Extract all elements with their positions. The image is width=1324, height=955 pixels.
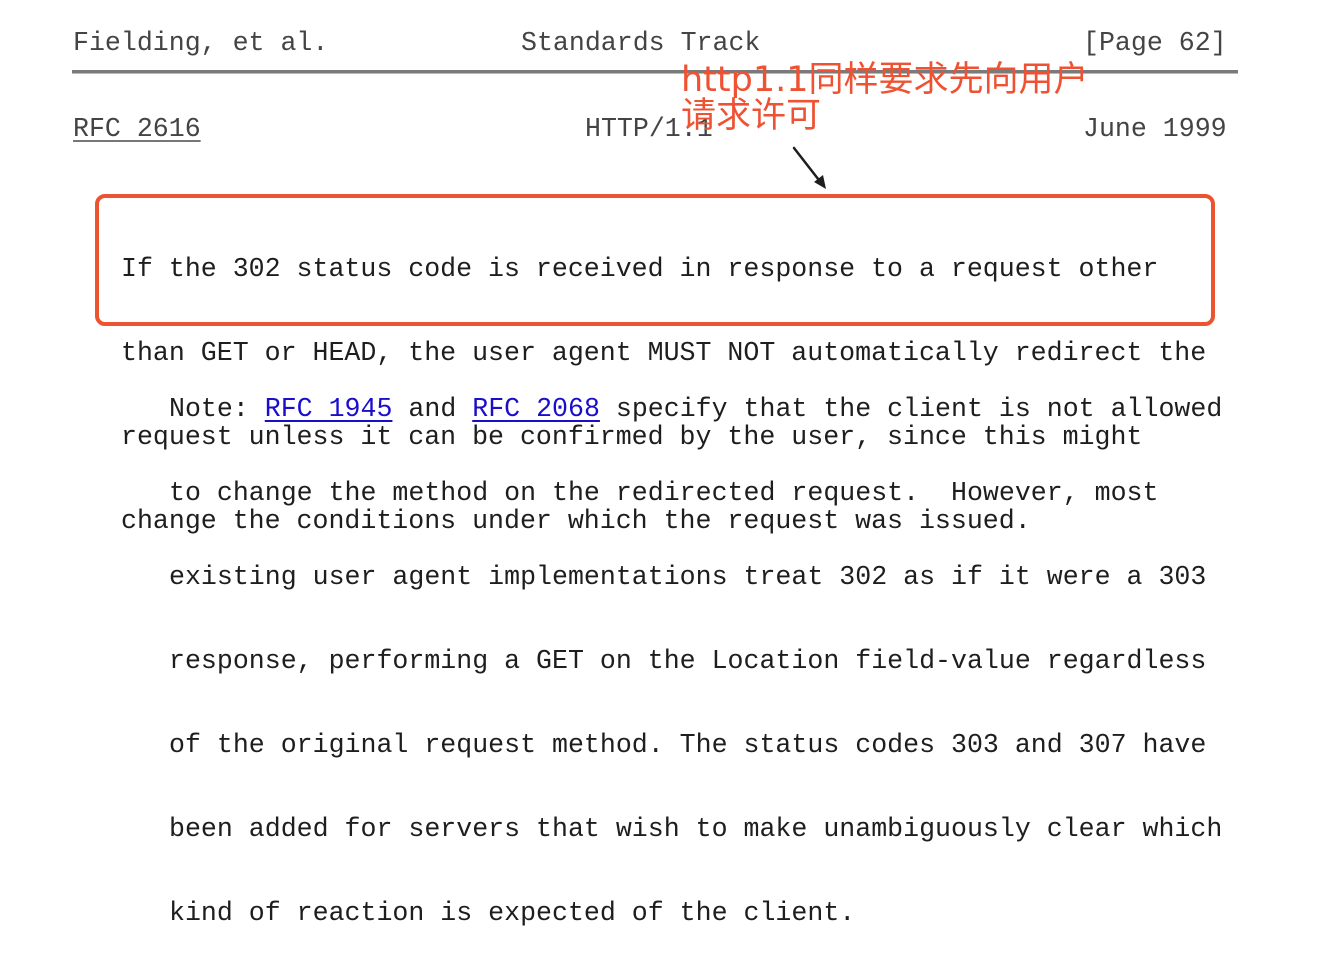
note-paragraph: Note: RFC 1945 and RFC 2068 specify that… xyxy=(169,339,1222,955)
header-rfc-number[interactable]: RFC 2616 xyxy=(73,115,201,143)
footer-page-number: [Page 62] xyxy=(1083,28,1227,58)
rfc-1945-link[interactable]: RFC 1945 xyxy=(265,394,393,424)
rfc-2068-link[interactable]: RFC 2068 xyxy=(472,394,600,424)
annotation-line-2: 请求许可 xyxy=(681,96,822,136)
footer-category: Standards Track xyxy=(521,28,761,58)
note-line-1-rest: specify that the client is not allowed xyxy=(599,394,1223,424)
paragraph-line: If the 302 status code is received in re… xyxy=(121,254,1159,284)
note-line: response, performing a GET on the Locati… xyxy=(169,646,1207,676)
note-line: to change the method on the redirected r… xyxy=(169,478,1159,508)
header-rfc-link[interactable]: RFC 2616 xyxy=(73,114,201,144)
note-prefix: Note: xyxy=(169,394,265,424)
annotation-note: http1.1同样要求先向用户 请求许可 xyxy=(681,62,1089,134)
note-line: Note: RFC 1945 and RFC 2068 specify that… xyxy=(169,395,1222,423)
note-line: of the original request method. The stat… xyxy=(169,730,1207,760)
note-line: existing user agent implementations trea… xyxy=(169,562,1207,592)
note-and: and xyxy=(392,394,473,424)
note-line: been added for servers that wish to make… xyxy=(169,814,1223,844)
annotation-line-1: http1.1同样要求先向用户 xyxy=(681,60,1089,100)
footer-authors: Fielding, et al. xyxy=(73,28,329,58)
note-line: kind of reaction is expected of the clie… xyxy=(169,898,856,928)
header-date: June 1999 xyxy=(1083,114,1227,144)
annotation-arrow-icon xyxy=(792,146,826,189)
